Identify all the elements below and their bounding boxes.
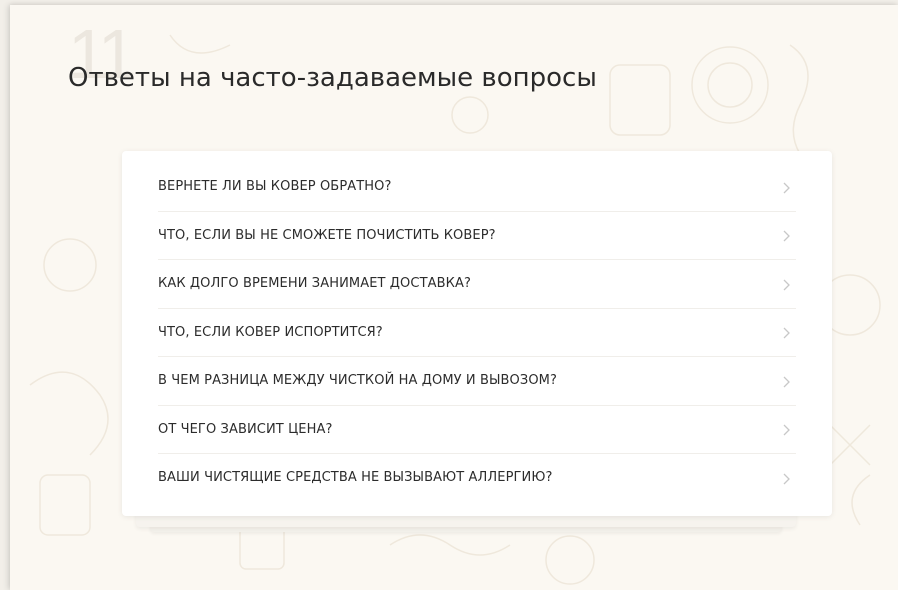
page-title: Ответы на часто-задаваемые вопросы <box>68 63 597 93</box>
faq-section: 11 Ответы на часто-задаваемые вопросы ВЕ… <box>10 5 898 590</box>
chevron-right-icon <box>783 376 790 388</box>
faq-question: ВАШИ ЧИСТЯЩИЕ СРЕДСТВА НЕ ВЫЗЫВАЮТ АЛЛЕР… <box>158 470 553 486</box>
faq-item[interactable]: В ЧЕМ РАЗНИЦА МЕЖДУ ЧИСТКОЙ НА ДОМУ И ВЫ… <box>158 357 796 406</box>
chevron-right-icon <box>783 182 790 194</box>
faq-item[interactable]: КАК ДОЛГО ВРЕМЕНИ ЗАНИМАЕТ ДОСТАВКА? <box>158 260 796 309</box>
faq-question: КАК ДОЛГО ВРЕМЕНИ ЗАНИМАЕТ ДОСТАВКА? <box>158 276 471 292</box>
faq-question: ОТ ЧЕГО ЗАВИСИТ ЦЕНА? <box>158 421 333 437</box>
chevron-right-icon <box>783 424 790 436</box>
faq-list: ВЕРНЕТЕ ЛИ ВЫ КОВЕР ОБРАТНО? ЧТО, ЕСЛИ В… <box>122 151 832 502</box>
faq-question: ВЕРНЕТЕ ЛИ ВЫ КОВЕР ОБРАТНО? <box>158 179 392 195</box>
faq-question: ЧТО, ЕСЛИ ВЫ НЕ СМОЖЕТЕ ПОЧИСТИТЬ КОВЕР? <box>158 227 496 243</box>
chevron-right-icon <box>783 327 790 339</box>
faq-item[interactable]: ЧТО, ЕСЛИ ВЫ НЕ СМОЖЕТЕ ПОЧИСТИТЬ КОВЕР? <box>158 212 796 260</box>
faq-item[interactable]: ВАШИ ЧИСТЯЩИЕ СРЕДСТВА НЕ ВЫЗЫВАЮТ АЛЛЕР… <box>158 454 796 502</box>
faq-item[interactable]: ЧТО, ЕСЛИ КОВЕР ИСПОРТИТСЯ? <box>158 309 796 357</box>
page-frame: 11 Ответы на часто-задаваемые вопросы ВЕ… <box>0 0 898 590</box>
chevron-right-icon <box>783 473 790 485</box>
faq-question: ЧТО, ЕСЛИ КОВЕР ИСПОРТИТСЯ? <box>158 324 383 340</box>
chevron-right-icon <box>783 279 790 291</box>
faq-question: В ЧЕМ РАЗНИЦА МЕЖДУ ЧИСТКОЙ НА ДОМУ И ВЫ… <box>158 373 557 389</box>
faq-item[interactable]: ОТ ЧЕГО ЗАВИСИТ ЦЕНА? <box>158 406 796 454</box>
chevron-right-icon <box>783 230 790 242</box>
faq-item[interactable]: ВЕРНЕТЕ ЛИ ВЫ КОВЕР ОБРАТНО? <box>158 163 796 212</box>
faq-card: ВЕРНЕТЕ ЛИ ВЫ КОВЕР ОБРАТНО? ЧТО, ЕСЛИ В… <box>122 151 832 516</box>
